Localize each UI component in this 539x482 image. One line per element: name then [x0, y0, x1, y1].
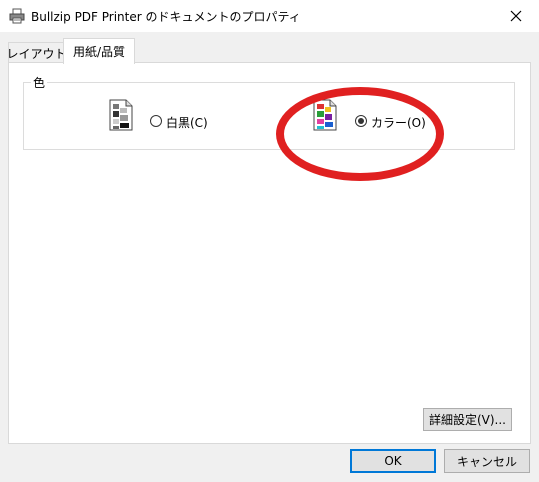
tab-paper-quality[interactable]: 用紙/品質	[63, 38, 135, 64]
radio-selected-dot	[358, 118, 364, 124]
close-icon	[510, 10, 522, 22]
monochrome-printer-icon	[109, 99, 133, 131]
tab-paper-quality-label: 用紙/品質	[72, 45, 126, 59]
monochrome-radio-button[interactable]	[150, 115, 162, 127]
color-printer-icon	[313, 99, 337, 131]
close-button[interactable]	[493, 0, 539, 32]
advanced-button[interactable]: 詳細設定(V)...	[423, 408, 512, 431]
window-title: Bullzip PDF Printer のドキュメントのプロパティ	[31, 10, 301, 24]
tab-layout[interactable]: レイアウト	[6, 42, 67, 63]
printer-icon	[9, 8, 25, 24]
tab-layout-label: レイアウト	[6, 46, 67, 61]
dialog-client-area: レイアウト 用紙/品質 色 白黒(C) カラー(O) 詳細設定(V)... OK…	[0, 32, 539, 482]
monochrome-radio-label[interactable]: 白黒(C)	[166, 114, 208, 131]
title-bar: Bullzip PDF Printer のドキュメントのプロパティ	[0, 0, 539, 32]
color-radio-label[interactable]: カラー(O)	[371, 114, 426, 131]
cancel-button[interactable]: キャンセル	[444, 449, 530, 473]
color-group: 色 白黒(C) カラー(O)	[23, 74, 515, 150]
tab-panel: 色 白黒(C) カラー(O) 詳細設定(V)...	[8, 62, 531, 444]
ok-button[interactable]: OK	[350, 449, 436, 473]
color-group-label: 色	[31, 74, 48, 91]
color-radio-button[interactable]	[355, 115, 367, 127]
